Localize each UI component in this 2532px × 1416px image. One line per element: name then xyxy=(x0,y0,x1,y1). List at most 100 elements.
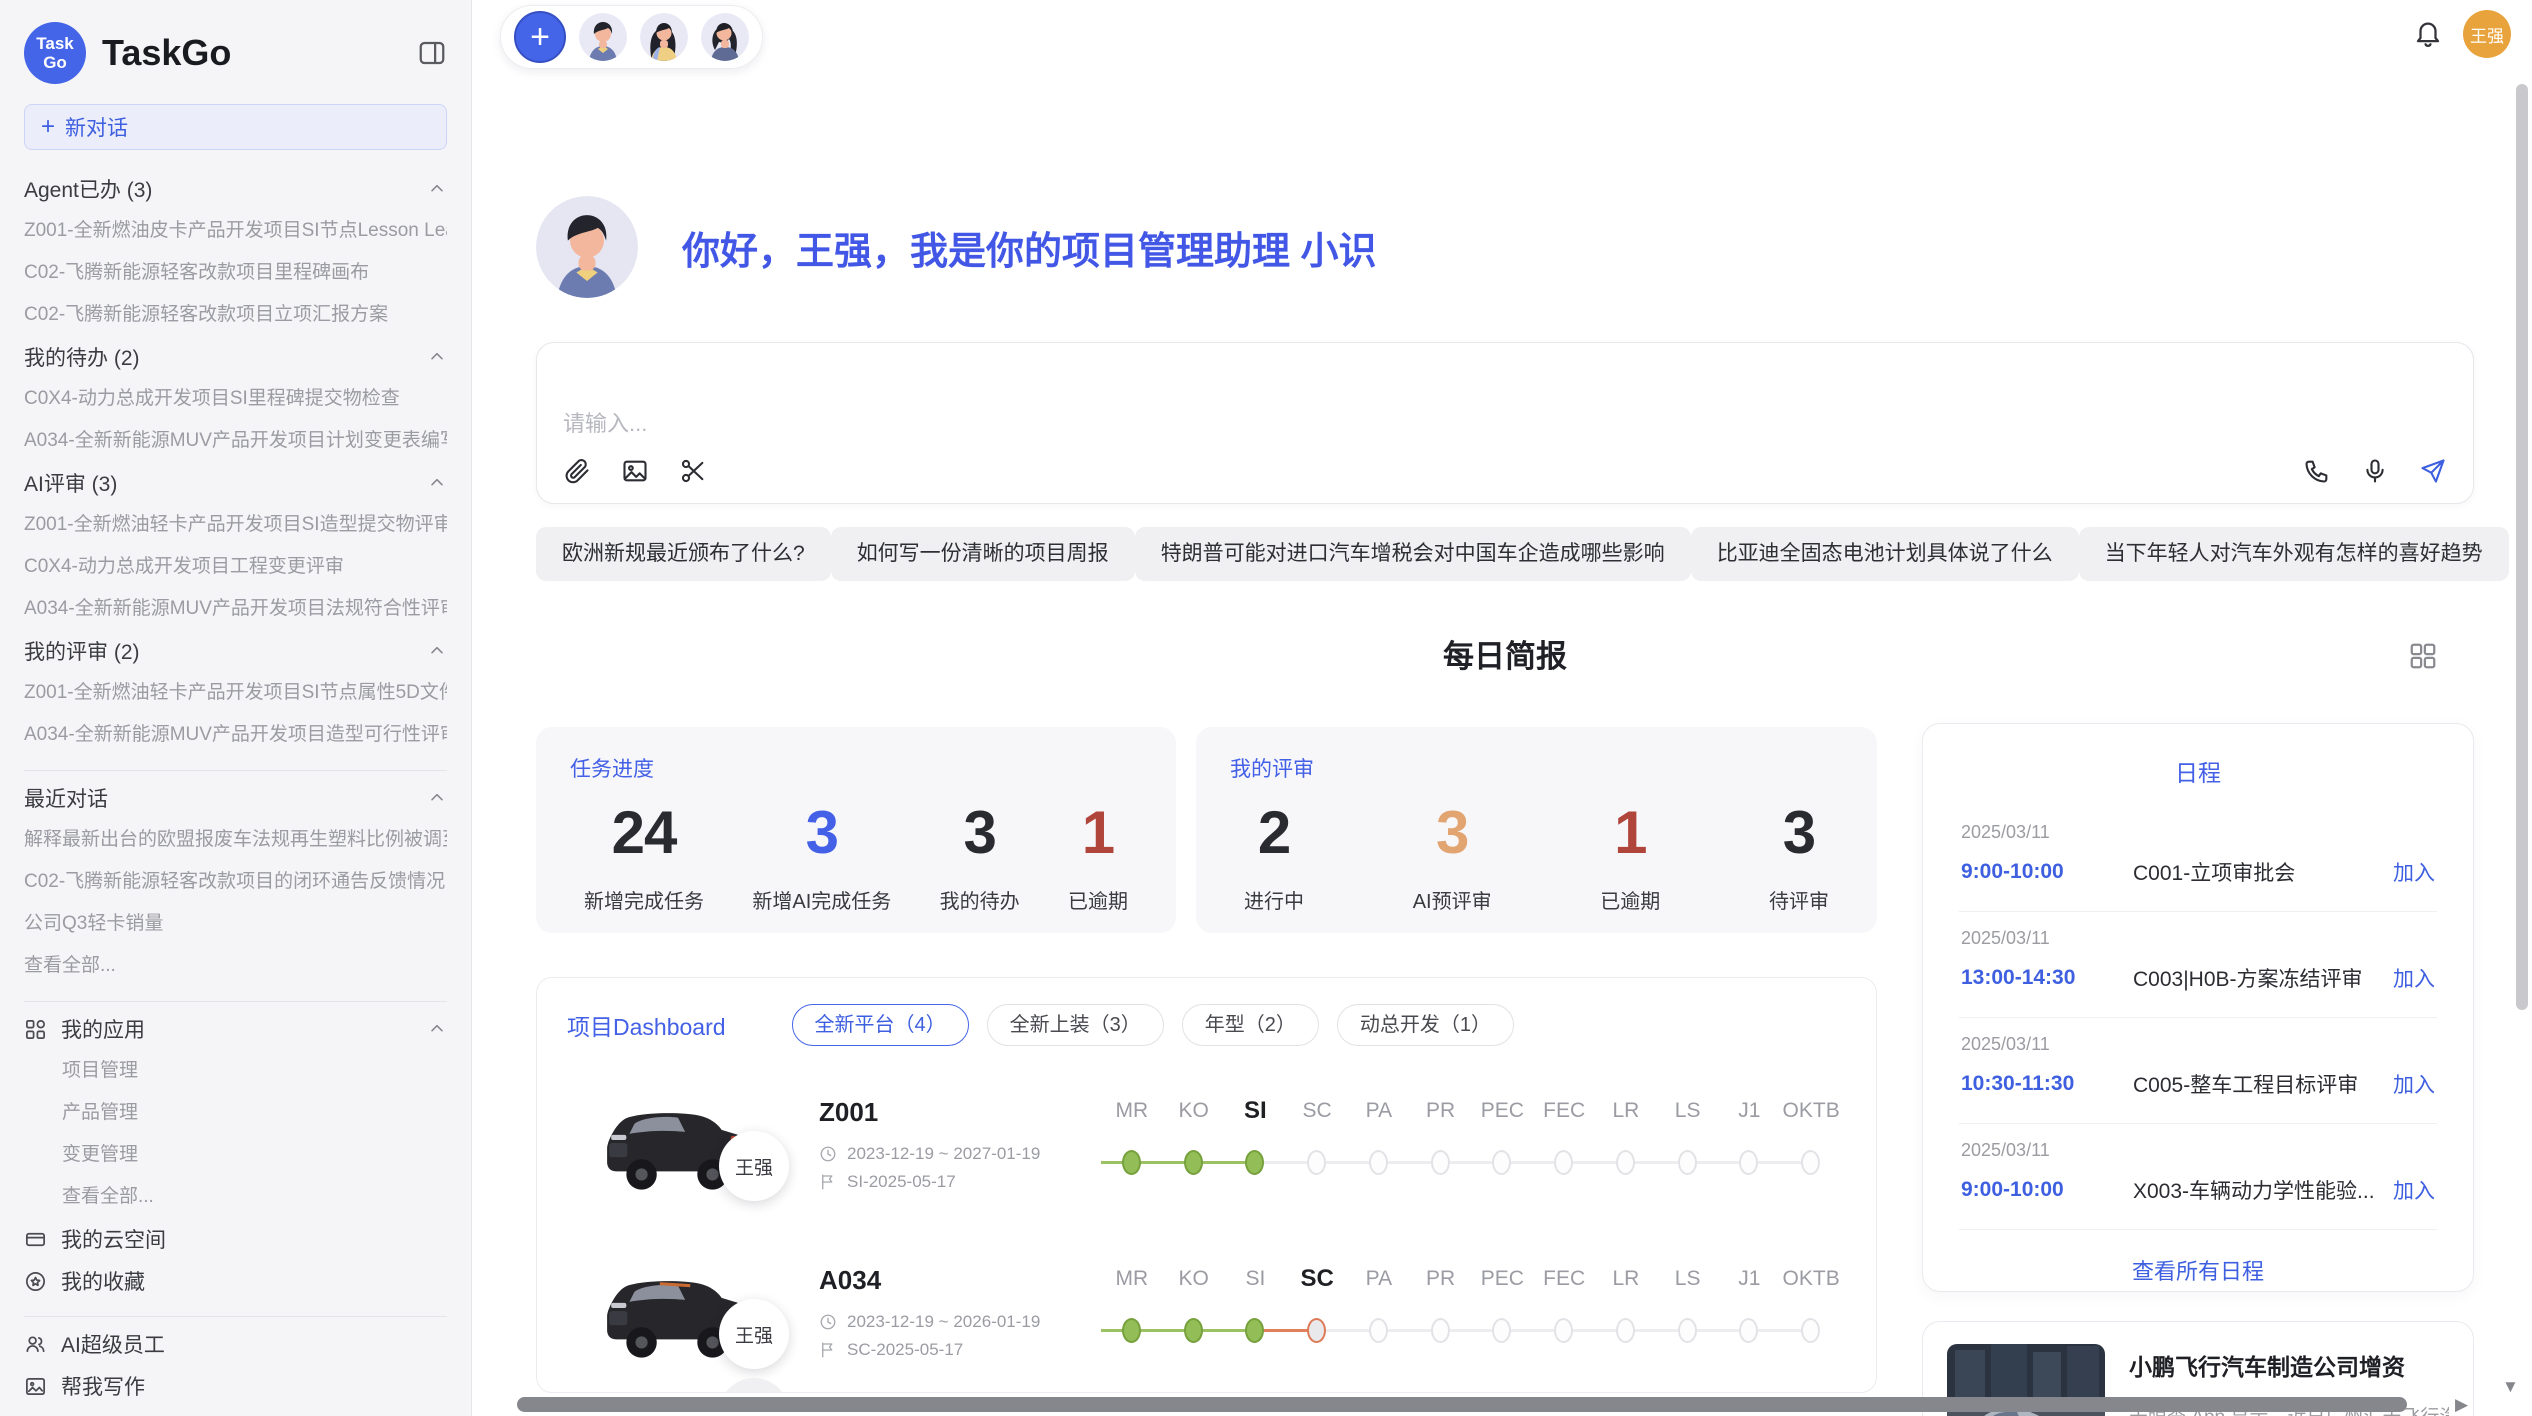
my-apps-label: 我的应用 xyxy=(61,1014,145,1044)
list-item[interactable]: A034-全新新能源MUV产品开发项目法规符合性评审 xyxy=(24,588,447,630)
tab-new-platform[interactable]: 全新平台（4） xyxy=(792,1004,969,1046)
section-my-todo[interactable]: 我的待办 (2) xyxy=(24,336,447,378)
sidebar-item-product-mgmt[interactable]: 产品管理 xyxy=(24,1092,447,1134)
list-item[interactable]: C02-飞腾新能源轻客改款项目立项汇报方案 xyxy=(24,294,447,336)
flag-icon xyxy=(819,1173,837,1191)
scroll-right-arrow-icon[interactable]: ▶ xyxy=(2455,1396,2468,1413)
milestone-dot-done xyxy=(1245,1318,1264,1343)
milestone-dot-done xyxy=(1122,1150,1141,1175)
sidebar-item-favorites[interactable]: 我的收藏 xyxy=(24,1260,447,1302)
greeting-title: 你好，王强，我是你的项目管理助理 小识 xyxy=(682,220,1377,275)
briefing-stat-cards: 任务进度 24 新增完成任务 3 新增AI完成任务 3 我的待办 1 已逾期 xyxy=(536,727,1877,933)
section-agent-done[interactable]: Agent已办 (3) xyxy=(24,168,447,210)
join-link[interactable]: 加入 xyxy=(2393,857,2435,887)
chevron-up-icon[interactable] xyxy=(427,179,447,199)
tab-model-year[interactable]: 年型（2） xyxy=(1182,1004,1319,1046)
join-link[interactable]: 加入 xyxy=(2393,1069,2435,1099)
project-row-a034[interactable]: 王强 A034 2023-12-19 ~ 2026-01-19 SC-2025-… xyxy=(537,1228,1876,1393)
chevron-up-icon[interactable] xyxy=(427,641,447,661)
milestone-dot-done xyxy=(1184,1318,1203,1343)
event-title: X003-车辆动力学性能验... xyxy=(2133,1175,2393,1205)
section-my-review[interactable]: 我的评审 (2) xyxy=(24,630,447,672)
greeting-row: 你好，王强，我是你的项目管理助理 小识 xyxy=(536,196,1377,298)
people-icon xyxy=(24,1333,47,1356)
user-avatar-label: 王强 xyxy=(2470,22,2504,47)
list-item[interactable]: C02-飞腾新能源轻客改款项目里程碑画布 xyxy=(24,252,447,294)
microphone-icon[interactable] xyxy=(2361,457,2389,485)
stat-my-todo: 3 我的待办 xyxy=(940,797,1020,914)
sidebar-item-change-mgmt[interactable]: 变更管理 xyxy=(24,1134,447,1176)
join-link[interactable]: 加入 xyxy=(2393,963,2435,993)
chevron-up-icon[interactable] xyxy=(427,788,447,808)
avatar[interactable] xyxy=(640,13,688,61)
attachment-paperclip-icon[interactable] xyxy=(563,457,591,485)
suggestion-chip[interactable]: 欧洲新规最近颁布了什么? xyxy=(536,527,831,581)
cloud-space-icon xyxy=(24,1228,47,1251)
view-all-chats[interactable]: 查看全部... xyxy=(24,945,447,987)
milestone-timeline: MR KO SI SC PA PR PEC FEC LR LS J1 OKTB xyxy=(1101,1094,1842,1186)
sidebar-item-help-write[interactable]: 帮我写作 xyxy=(24,1365,447,1407)
schedule-event: 2025/03/11 13:00-14:30 C003|H0B-方案冻结评审 加… xyxy=(1959,912,2437,1018)
schedule-event: 2025/03/11 10:30-11:30 C005-整车工程目标评审 加入 xyxy=(1959,1018,2437,1124)
project-dashboard-card: 项目Dashboard 全新平台（4） 全新上装（3） 年型（2） 动总开发（1… xyxy=(536,977,1877,1393)
view-all-apps[interactable]: 查看全部... xyxy=(24,1176,447,1218)
chevron-up-icon[interactable] xyxy=(427,347,447,367)
layout-grid-icon[interactable] xyxy=(2408,641,2438,671)
list-item[interactable]: C0X4-动力总成开发项目SI里程碑提交物检查 xyxy=(24,378,447,420)
sidebar-item-creative-draw[interactable]: 创意制图 xyxy=(24,1407,447,1416)
divider xyxy=(24,1316,447,1317)
send-icon[interactable] xyxy=(2419,457,2447,485)
list-item[interactable]: Z001-全新燃油皮卡产品开发项目SI节点Lesson Learn报告 xyxy=(24,210,447,252)
suggestion-chip[interactable]: 比亚迪全固态电池计划具体说了什么 xyxy=(1691,527,2079,581)
view-all-schedule-link[interactable]: 查看所有日程 xyxy=(1959,1254,2437,1286)
sidebar-item-cloud-space[interactable]: 我的云空间 xyxy=(24,1218,447,1260)
voice-call-phone-icon[interactable] xyxy=(2303,457,2331,485)
event-date: 2025/03/11 xyxy=(1961,928,2435,949)
vertical-scrollbar-thumb[interactable] xyxy=(2516,84,2528,1010)
sidebar-item-project-mgmt[interactable]: 项目管理 xyxy=(24,1050,447,1092)
project-owner-badge: 王强 xyxy=(719,1131,789,1201)
milestone-dot xyxy=(1678,1318,1697,1343)
horizontal-scrollbar-thumb[interactable] xyxy=(517,1397,2407,1412)
avatar[interactable] xyxy=(579,13,627,61)
sidebar-item-my-apps[interactable]: 我的应用 xyxy=(24,1008,447,1050)
list-item[interactable]: A034-全新新能源MUV产品开发项目造型可行性评审 xyxy=(24,714,447,756)
list-item[interactable]: 公司Q3轻卡销量 xyxy=(24,903,447,945)
new-chat-button[interactable]: + 新对话 xyxy=(24,104,447,150)
user-avatar[interactable]: 王强 xyxy=(2463,10,2511,58)
sidebar-scroll-area: Agent已办 (3) Z001-全新燃油皮卡产品开发项目SI节点Lesson … xyxy=(0,160,471,1416)
list-item[interactable]: 解释最新出台的欧盟报废车法规再生塑料比例被调至15%... xyxy=(24,819,447,861)
notifications-bell-icon[interactable] xyxy=(2413,18,2443,48)
list-item[interactable]: A034-全新新能源MUV产品开发项目计划变更表编写 xyxy=(24,420,447,462)
stat-overdue: 1 已逾期 xyxy=(1600,797,1660,914)
section-ai-review[interactable]: AI评审 (3) xyxy=(24,462,447,504)
scroll-down-arrow-icon[interactable]: ▼ xyxy=(2502,1378,2519,1395)
milestone-dot xyxy=(1431,1318,1450,1343)
sidebar-collapse-icon[interactable] xyxy=(417,38,447,68)
add-contact-button[interactable]: + xyxy=(514,11,566,63)
avatar[interactable] xyxy=(701,13,749,61)
tab-powertrain[interactable]: 动总开发（1） xyxy=(1337,1004,1514,1046)
project-row-z001[interactable]: 王强 Z001 2023-12-19 ~ 2027-01-19 SI-2025-… xyxy=(537,1060,1876,1228)
dashboard-header: 项目Dashboard 全新平台（4） 全新上装（3） 年型（2） 动总开发（1… xyxy=(537,978,1876,1046)
suggestion-chips: 欧洲新规最近颁布了什么? 如何写一份清晰的项目周报 特朗普可能对进口汽车增税会对… xyxy=(536,527,2474,581)
tab-new-body[interactable]: 全新上装（3） xyxy=(987,1004,1164,1046)
list-item[interactable]: C02-飞腾新能源轻客改款项目的闭环通告反馈情况 xyxy=(24,861,447,903)
milestone-dot-overdue xyxy=(1307,1318,1326,1343)
suggestion-chip[interactable]: 当下年轻人对汽车外观有怎样的喜好趋势 xyxy=(2079,527,2509,581)
chevron-up-icon[interactable] xyxy=(427,473,447,493)
list-item[interactable]: Z001-全新燃油轻卡产品开发项目SI节点属性5D文件评审 xyxy=(24,672,447,714)
list-item[interactable]: C0X4-动力总成开发项目工程变更评审 xyxy=(24,546,447,588)
event-title: C001-立项审批会 xyxy=(2133,857,2393,887)
chevron-up-icon[interactable] xyxy=(427,1019,447,1039)
list-item[interactable]: Z001-全新燃油轻卡产品开发项目SI造型提交物评审 xyxy=(24,504,447,546)
suggestion-chip[interactable]: 如何写一份清晰的项目周报 xyxy=(831,527,1135,581)
section-recent-chats[interactable]: 最近对话 xyxy=(24,777,447,819)
chat-input[interactable] xyxy=(563,411,2447,437)
project-owner-badge: 王强 xyxy=(719,1299,789,1369)
sidebar-item-ai-employee[interactable]: AI超级员工 xyxy=(24,1323,447,1365)
screenshot-scissors-icon[interactable] xyxy=(679,457,707,485)
join-link[interactable]: 加入 xyxy=(2393,1175,2435,1205)
image-upload-icon[interactable] xyxy=(621,457,649,485)
suggestion-chip[interactable]: 特朗普可能对进口汽车增税会对中国车企造成哪些影响 xyxy=(1135,527,1691,581)
